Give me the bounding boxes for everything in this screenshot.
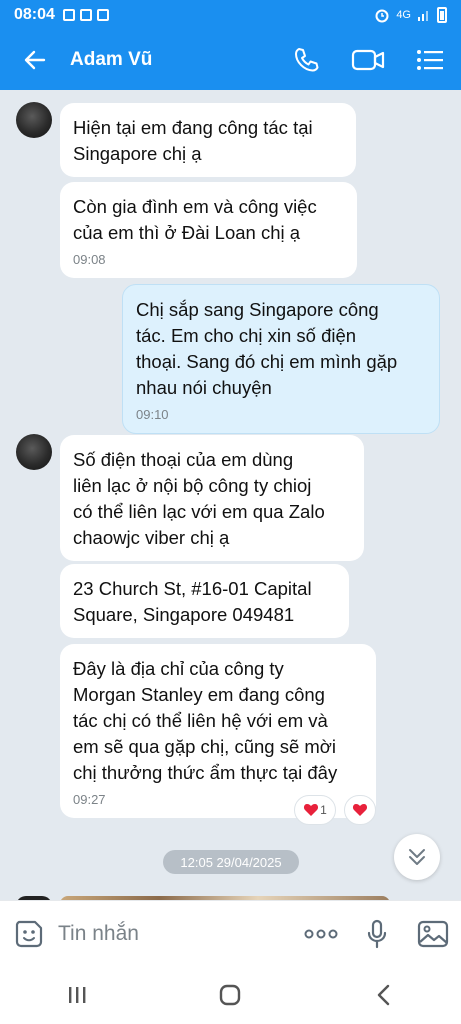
notification-icons: [62, 9, 109, 21]
chat-options-button[interactable]: [399, 30, 461, 90]
status-bar: 08:04 4G: [0, 0, 461, 30]
voice-call-button[interactable]: [275, 30, 337, 90]
network-type: 4G: [396, 9, 411, 21]
message-bubble-incoming[interactable]: Số điện thoại của em dùng liên lạc ở nội…: [60, 435, 364, 561]
back-chevron-icon: [377, 984, 390, 1006]
video-call-icon: [351, 49, 385, 71]
message-bubble-incoming[interactable]: Đây là địa chỉ của công ty Morgan Stanle…: [60, 644, 376, 818]
heart-icon: [352, 804, 368, 816]
video-call-button[interactable]: [337, 30, 399, 90]
chat-area[interactable]: Hiện tại em đang công tác tại Singapore …: [0, 90, 461, 900]
message-text: 23 Church St, #16-01 Capital Square, Sin…: [73, 578, 312, 625]
microphone-icon: [367, 919, 387, 948]
more-options-button[interactable]: [293, 901, 349, 967]
message-text: Đây là địa chỉ của công ty Morgan Stanle…: [73, 658, 338, 783]
message-bubble-incoming[interactable]: 23 Church St, #16-01 Capital Square, Sin…: [60, 564, 349, 638]
chat-header: Adam Vũ: [0, 30, 461, 90]
home-icon: [220, 984, 241, 1006]
contact-name[interactable]: Adam Vũ: [70, 49, 275, 71]
react-button[interactable]: [344, 795, 376, 825]
message-time: 09:08: [73, 252, 106, 267]
signal-icon: [418, 11, 428, 21]
message-input[interactable]: Tin nhắn: [58, 922, 293, 946]
back-nav-button[interactable]: [354, 966, 414, 1024]
image-icon: [417, 920, 449, 947]
back-button[interactable]: [0, 30, 70, 90]
gallery-notification-icon: [62, 9, 75, 21]
recent-apps-button[interactable]: [47, 966, 107, 1024]
send-photo-button[interactable]: [405, 901, 461, 967]
scroll-to-bottom-button[interactable]: [394, 834, 440, 880]
reaction-count: 1: [320, 803, 327, 817]
contact-avatar[interactable]: [16, 102, 52, 138]
heart-icon: [304, 804, 319, 816]
chevron-double-down-icon: [409, 849, 425, 865]
photo-notification-icon: [79, 9, 92, 21]
sticker-button[interactable]: [0, 901, 58, 967]
more-icon: [304, 929, 338, 938]
back-arrow-icon: [24, 50, 46, 70]
system-nav-bar: [0, 966, 461, 1024]
date-separator: 12:05 29/04/2025: [163, 850, 299, 874]
emoji-sticker-icon: [15, 920, 43, 947]
message-bubble-incoming[interactable]: Còn gia đình em và công việc của em thì …: [60, 182, 357, 278]
phone-icon: [295, 48, 319, 72]
message-text: Còn gia đình em và công việc của em thì …: [73, 196, 317, 243]
battery-icon: [437, 7, 447, 23]
message-bubble-outgoing[interactable]: Chị sắp sang Singapore công tác. Em cho …: [122, 284, 440, 434]
message-time: 09:10: [136, 407, 169, 422]
reaction-summary[interactable]: 1: [294, 795, 336, 825]
message-bubble-incoming[interactable]: Hiện tại em đang công tác tại Singapore …: [60, 103, 356, 177]
recent-apps-icon: [68, 987, 86, 1003]
message-text: Hiện tại em đang công tác tại Singapore …: [73, 117, 313, 164]
message-text: Chị sắp sang Singapore công tác. Em cho …: [136, 299, 398, 398]
message-text: Số điện thoại của em dùng liên lạc ở nội…: [73, 449, 325, 548]
app-notification-icon: [96, 9, 109, 21]
status-time: 08:04: [14, 6, 55, 23]
alarm-icon: [375, 9, 389, 23]
voice-message-button[interactable]: [349, 901, 405, 967]
message-composer: Tin nhắn: [0, 900, 461, 966]
menu-list-icon: [417, 50, 443, 70]
contact-avatar[interactable]: [16, 434, 52, 470]
home-button[interactable]: [200, 966, 260, 1024]
